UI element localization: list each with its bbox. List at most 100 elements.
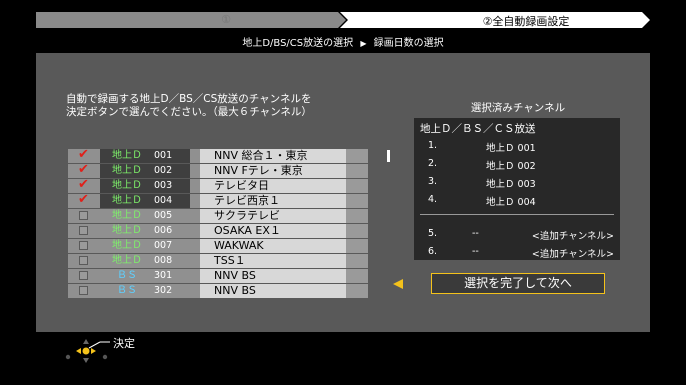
item-index: 1. (428, 140, 438, 151)
row-end (346, 269, 368, 283)
item-index: 6. (428, 246, 438, 257)
channel-row[interactable]: ✔ 地上Ｄ 004 テレビ西京１ (68, 192, 368, 208)
channel-number: 006 (154, 225, 173, 236)
checkmark-icon: ✔ (78, 147, 89, 162)
selected-channels-title: 選択済みチャンネル (470, 102, 566, 114)
row-end (346, 209, 368, 223)
breadcrumb: 地上D/BS/CS放送の選択 ▶ 録画日数の選択 (0, 34, 686, 49)
checkmark-icon: ✔ (78, 192, 89, 207)
channel-band: 地上Ｄ (112, 210, 142, 221)
channel-number: 008 (154, 255, 173, 266)
channel-band: 地上Ｄ (100, 149, 154, 163)
empty-checkbox-icon (79, 256, 88, 265)
selected-channel-item: 3. 地上Ｄ 003 (428, 176, 614, 190)
channel-row[interactable]: ✔ 地上Ｄ 001 NNV 総合１・東京 (68, 147, 390, 163)
item-index: 4. (428, 194, 438, 205)
item-channel: 地上Ｄ 002 (486, 161, 536, 172)
complete-selection-button[interactable]: 選択を完了して次へ (431, 273, 605, 294)
channel-checkbox[interactable]: ✔ (68, 192, 100, 208)
scrollbar[interactable] (387, 150, 390, 162)
row-end (346, 284, 368, 298)
channel-band: 地上Ｄ (112, 240, 142, 251)
channel-band: 地上Ｄ (112, 225, 142, 236)
channel-name: テレビタ日 (200, 179, 346, 193)
empty-checkbox-icon (79, 211, 88, 220)
channel-band: 地上Ｄ (100, 164, 154, 178)
channel-name: NNV BS (200, 284, 346, 298)
selected-channel-item: 2. 地上Ｄ 002 (428, 158, 614, 172)
channel-number: 002 (154, 164, 190, 178)
channel-number: 001 (154, 149, 190, 163)
checkmark-icon: ✔ (78, 177, 89, 192)
channel-checkbox[interactable] (68, 254, 100, 268)
channel-row[interactable]: 地上Ｄ 005 サクラテレビ (68, 209, 368, 223)
channel-row[interactable]: 地上Ｄ 007 WAKWAK (68, 239, 368, 253)
channel-number: 005 (154, 210, 173, 221)
channel-name: NNV Fテレ・東京 (200, 164, 346, 178)
empty-channel-slot: 5. -- <追加チャンネル> (428, 228, 614, 242)
empty-channel-slot: 6. -- <追加チャンネル> (428, 246, 614, 260)
channel-list: ✔ 地上Ｄ 001 NNV 総合１・東京 ✔ 地上Ｄ 002 NNV Fテレ・東京 ✔ 地上Ｄ 00… (68, 147, 390, 299)
step-progress-bar: ① ②全自動録画設定 (36, 12, 650, 28)
channel-checkbox[interactable] (68, 224, 100, 238)
row-end (346, 194, 368, 208)
row-end (346, 239, 368, 253)
item-index: 2. (428, 158, 438, 169)
row-end (346, 164, 368, 178)
selected-channel-item: 4. 地上Ｄ 004 (428, 194, 614, 208)
item-index: 5. (428, 228, 438, 239)
selected-channels-box: 地上Ｄ／ＢＳ／ＣＳ放送 1. 地上Ｄ 001 2. 地上Ｄ 002 3. 地上Ｄ 003 4… (414, 118, 620, 260)
channel-row[interactable]: ✔ 地上Ｄ 002 NNV Fテレ・東京 (68, 162, 368, 178)
channel-band: 地上Ｄ (100, 179, 154, 193)
channel-number: 302 (154, 285, 173, 296)
item-index: 3. (428, 176, 438, 187)
channel-band: 地上Ｄ (100, 194, 154, 208)
add-channel-label: <追加チャンネル> (531, 231, 614, 242)
channel-checkbox[interactable] (68, 284, 100, 298)
divider (420, 214, 614, 215)
step-2-label: ②全自動録画設定 (482, 15, 570, 28)
row-end (346, 179, 368, 193)
channel-band: ＢＳ (117, 270, 137, 281)
item-channel: 地上Ｄ 004 (486, 197, 536, 208)
breadcrumb-next: 録画日数の選択 (373, 38, 444, 49)
instruction-text: 自動で録画する地上D／BS／CS放送のチャンネルを 決定ボタンで選んでください。… (66, 93, 312, 118)
channel-number: 007 (154, 240, 173, 251)
channel-name: WAKWAK (200, 239, 346, 253)
channel-checkbox[interactable] (68, 239, 100, 253)
empty-checkbox-icon (79, 286, 88, 295)
checkmark-icon: ✔ (78, 162, 89, 177)
channel-checkbox[interactable]: ✔ (68, 177, 100, 193)
channel-name: テレビ西京１ (200, 194, 346, 208)
empty-checkbox-icon (79, 271, 88, 280)
channel-checkbox[interactable] (68, 269, 100, 283)
channel-band: ＢＳ (117, 285, 137, 296)
selected-channels-header: 地上Ｄ／ＢＳ／ＣＳ放送 (420, 123, 536, 135)
channel-name: OSAKA EX１ (200, 224, 346, 238)
channel-row[interactable]: ＢＳ 302 NNV BS (68, 284, 368, 298)
breadcrumb-arrow-icon: ▶ (360, 39, 367, 48)
channel-row[interactable]: ✔ 地上Ｄ 003 テレビタ日 (68, 177, 368, 193)
left-arrow-icon (393, 279, 403, 289)
channel-checkbox[interactable]: ✔ (68, 162, 100, 178)
channel-checkbox[interactable] (68, 209, 100, 223)
step-1-label: ① (221, 13, 231, 26)
channel-number: 301 (154, 270, 173, 281)
channel-band: 地上Ｄ (112, 255, 142, 266)
add-channel-label: <追加チャンネル> (531, 249, 614, 260)
channel-row[interactable]: 地上Ｄ 006 OSAKA EX１ (68, 224, 368, 238)
channel-row[interactable]: ＢＳ 301 NNV BS (68, 269, 368, 283)
channel-checkbox[interactable]: ✔ (68, 147, 100, 163)
channel-row[interactable]: 地上Ｄ 008 TSS１ (68, 254, 368, 268)
channel-name: TSS１ (200, 254, 346, 268)
item-channel: 地上Ｄ 001 (486, 143, 536, 154)
item-placeholder: -- (472, 228, 479, 239)
channel-name: サクラテレビ (200, 209, 346, 223)
hint-decide-label: 決定 (113, 337, 135, 350)
empty-checkbox-icon (79, 241, 88, 250)
channel-name: NNV 総合１・東京 (200, 149, 346, 163)
channel-name: NNV BS (200, 269, 346, 283)
main-panel: 自動で録画する地上D／BS／CS放送のチャンネルを 決定ボタンで選んでください。… (36, 53, 650, 332)
row-end (346, 224, 368, 238)
item-channel: 地上Ｄ 003 (486, 179, 536, 190)
